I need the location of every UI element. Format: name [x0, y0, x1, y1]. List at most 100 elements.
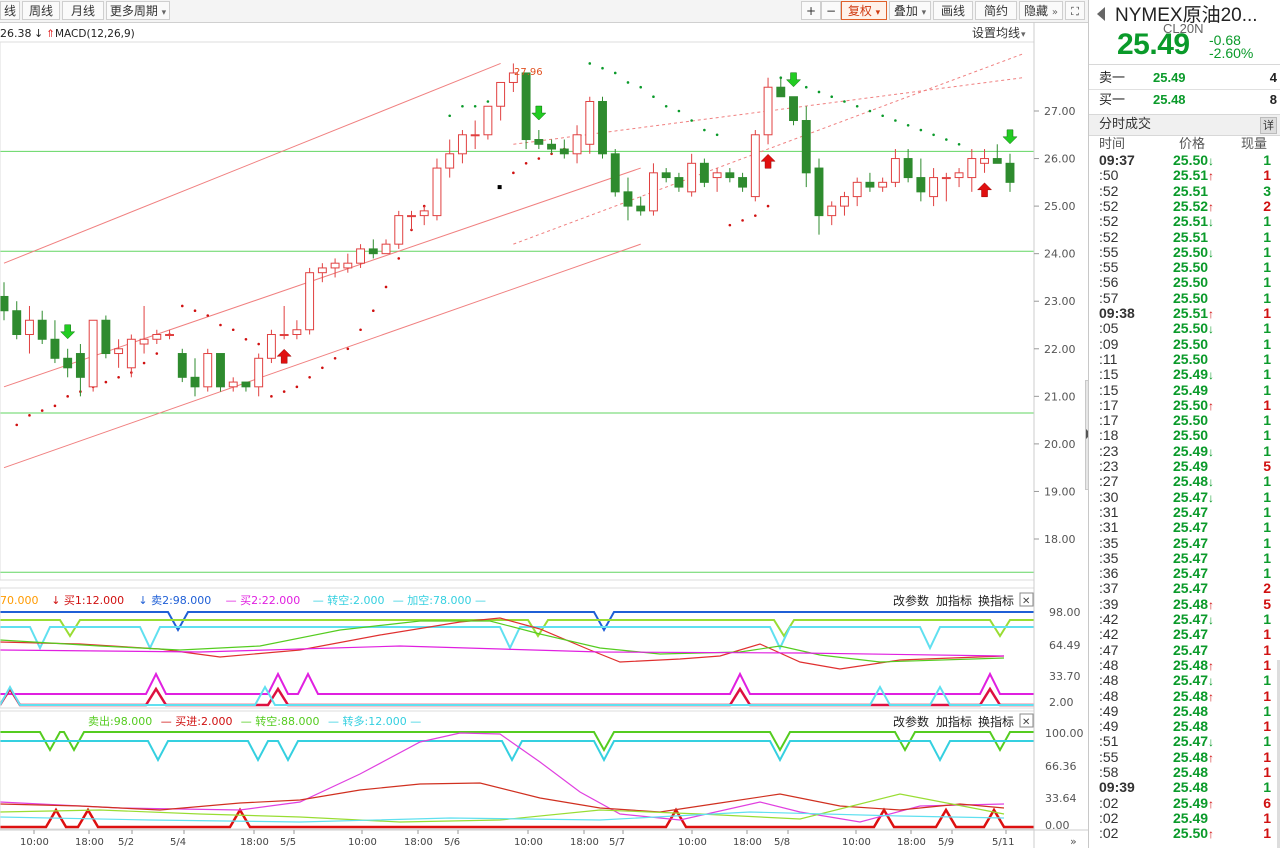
tick-time: :15	[1099, 381, 1119, 398]
candle-body	[636, 205, 646, 212]
candle-body	[177, 353, 187, 378]
tick-volume: 1	[1263, 764, 1271, 780]
info-value: 26.38	[0, 27, 32, 40]
candle-body	[419, 210, 429, 217]
candle-body	[457, 134, 467, 155]
tick-price: 25.47	[1173, 535, 1208, 551]
double-chevron-right-icon[interactable]: »	[1070, 835, 1077, 848]
draw-line-button[interactable]: 画线	[933, 1, 973, 20]
candle-body	[547, 143, 557, 150]
tick-time: :50	[1099, 167, 1119, 184]
tick-volume: 1	[1263, 626, 1271, 643]
x-tick-label: 18:00	[75, 837, 104, 848]
zoom-out-button[interactable]: −	[821, 1, 841, 20]
hide-label: 隐藏	[1024, 4, 1049, 18]
restore-rights-button[interactable]: 复权 ▾	[841, 1, 887, 20]
arrow-down-icon: ↓	[1208, 215, 1215, 230]
tick-volume: 1	[1263, 396, 1271, 413]
sub1-add-indicator-button[interactable]: 加指标	[936, 593, 972, 608]
tick-price: 25.47	[1173, 550, 1208, 566]
sar-dot	[486, 100, 490, 103]
candle-body	[139, 338, 149, 345]
fullscreen-icon[interactable]: ⛶	[1065, 1, 1085, 20]
sub2-switch-indicator-button[interactable]: 换指标	[978, 714, 1014, 729]
arrow-down-icon: ↓	[1208, 154, 1215, 168]
tick-row: :02 25.49↑ 6	[1089, 794, 1280, 811]
zoom-in-button[interactable]: +	[801, 1, 821, 20]
sar-dot	[537, 157, 541, 160]
sub1-indicator-layer	[0, 611, 1034, 707]
tick-price-value: 25.49	[1173, 458, 1209, 474]
set-ma-button[interactable]: 设置均线	[972, 26, 1020, 40]
tick-volume: 1	[1263, 611, 1271, 627]
sub2-y-label: 66.36	[1045, 760, 1077, 773]
tick-price: 25.51	[1173, 229, 1208, 245]
tick-price: 25.47	[1173, 627, 1208, 642]
tick-time: :52	[1099, 228, 1119, 245]
tick-row: :50 25.51↑ 1	[1089, 167, 1280, 184]
detail-button[interactable]: 详	[1260, 117, 1277, 134]
sar-dot	[346, 347, 350, 351]
chart-area[interactable]: 27.00 26.00 25.00 24.00 23.00 22.00 21.00 20.00…	[0, 22, 1088, 848]
tick-price-value: 25.50	[1173, 427, 1209, 444]
candle-body	[661, 172, 671, 179]
sub2-add-indicator-button[interactable]: 加指标	[936, 714, 972, 729]
tick-price: 25.50	[1173, 290, 1208, 306]
tick-volume: 6	[1263, 794, 1271, 811]
sar-dot	[804, 85, 808, 89]
candle-body	[88, 319, 98, 388]
period-month-button[interactable]: 月线	[62, 1, 104, 20]
sub2-legend-item: 卖出:98.000	[88, 714, 152, 728]
last-price: 25.49	[1117, 28, 1190, 61]
tick-price-value: 25.48	[1173, 748, 1209, 765]
sub2-change-params-button[interactable]: 改参数	[893, 714, 929, 729]
sub1-switch-indicator-button[interactable]: 换指标	[978, 593, 1014, 608]
candle-body	[165, 334, 174, 337]
arrow-down-icon: ↓	[34, 27, 43, 40]
candle-body	[916, 177, 926, 193]
hide-button[interactable]: 隐藏 »	[1019, 1, 1063, 20]
tick-row: :15 25.49↓ 1	[1089, 366, 1280, 382]
candle-body	[623, 191, 633, 207]
tick-time: :02	[1099, 809, 1119, 826]
tick-time: :51	[1099, 733, 1119, 750]
candle-body	[585, 100, 595, 145]
overlay-button[interactable]: 叠加 ▾	[889, 1, 931, 20]
arrow-up-icon: ↑	[1208, 398, 1215, 413]
tick-time: :48	[1099, 656, 1119, 673]
sar-dot	[473, 104, 477, 108]
tick-row: :48 25.48↑ 1	[1089, 656, 1280, 673]
tick-time: :42	[1099, 611, 1119, 627]
simple-mode-button[interactable]: 简约	[975, 1, 1017, 20]
tick-row: :55 25.50↓ 1	[1089, 244, 1280, 260]
sub1-change-params-button[interactable]: 改参数	[893, 593, 929, 608]
sar-dot	[754, 214, 757, 217]
arrow-up-icon: ↑	[1208, 597, 1215, 612]
sub1-legend-item: — 加空:78.000 —	[393, 593, 486, 607]
candle-body	[954, 172, 964, 179]
sar-dot	[766, 204, 770, 208]
sar-dot	[524, 162, 528, 165]
tick-price: 25.50↑	[1173, 826, 1214, 842]
candle-body	[279, 334, 289, 337]
buy-one-volume: 8	[1269, 92, 1277, 107]
more-period-button[interactable]: 更多周期 ▾	[106, 1, 170, 20]
candle-body	[941, 177, 951, 180]
tick-volume: 1	[1263, 825, 1271, 842]
candle-body	[496, 81, 506, 107]
buy-one-row: 买一 25.48 8	[1089, 89, 1280, 111]
sub2-legend-item: — 买进:2.000	[161, 715, 233, 728]
kline-chart[interactable]: 27.00 26.00 25.00 24.00 23.00 22.00 21.00 20.00…	[0, 22, 1088, 848]
candle-body	[152, 334, 162, 340]
period-week-button[interactable]: 周线	[22, 1, 60, 20]
tick-price-value: 25.52	[1173, 197, 1209, 214]
tick-row: :37 25.47 2	[1089, 581, 1280, 597]
period-line-button[interactable]: 线	[0, 1, 20, 20]
tick-row: :52 25.52↑ 2	[1089, 197, 1280, 214]
candle-body	[865, 181, 875, 188]
candle-body	[559, 148, 569, 155]
tick-price: 25.50	[1173, 275, 1208, 290]
chevron-left-icon[interactable]	[1097, 7, 1105, 21]
tick-time: :55	[1099, 259, 1119, 276]
tick-time: :35	[1099, 549, 1119, 566]
